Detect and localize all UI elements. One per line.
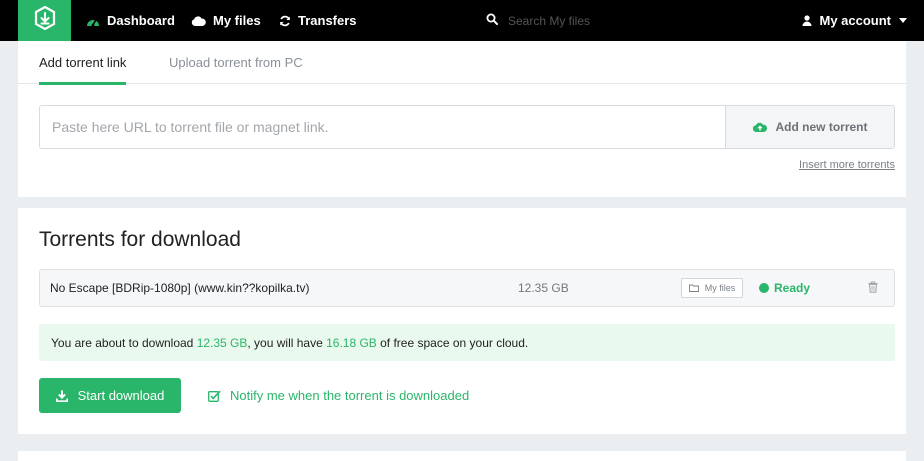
status-badge: Ready [759,270,810,306]
user-icon [802,15,812,26]
add-torrent-panel: Add torrent link Upload torrent from PC … [18,41,906,197]
start-download-button[interactable]: Start download [39,378,181,413]
caret-down-icon [899,18,907,23]
info-download-size: 12.35 GB [196,335,248,350]
cloud-upload-icon [752,122,767,132]
add-new-torrent-label: Add new torrent [775,120,868,134]
section-title: Torrents for download [39,228,241,251]
top-navbar: Dashboard My files Transfers Search My f… [0,0,924,41]
nav-my-files-label: My files [213,13,261,28]
search-bar [486,0,688,41]
notify-label: Notify me when the torrent is downloaded [230,388,470,403]
nav-transfers-label: Transfers [298,13,357,28]
status-dot-icon [759,283,769,293]
tab-upload-torrent[interactable]: Upload torrent from PC [169,41,303,84]
dashboard-icon [86,15,100,27]
nav-transfers[interactable]: Transfers [279,0,357,41]
my-account-menu[interactable]: My account [802,0,907,41]
torrent-url-input[interactable] [40,106,725,148]
folder-icon [688,284,699,292]
info-suffix: of free space on your cloud. [376,335,529,350]
info-middle: , you will have [247,335,327,350]
my-files-button-label: My files [704,283,736,293]
torrents-panel: Torrents for download No Escape [BDRip-1… [18,208,906,434]
trash-icon[interactable] [868,281,878,293]
start-download-label: Start download [77,388,165,403]
my-files-button[interactable]: My files [681,278,743,298]
info-free-space: 16.18 GB [326,335,377,350]
search-input[interactable] [508,9,688,32]
torrent-row: No Escape [BDRip-1080p] (www.kin??kopilk… [39,269,895,307]
nav-dashboard[interactable]: Dashboard [86,0,175,41]
my-account-label: My account [819,13,891,28]
insert-more-torrents-link[interactable]: Insert more torrents [799,159,895,171]
notify-checkbox[interactable]: Notify me when the torrent is downloaded [208,378,469,413]
download-info-box: You are about to download 12.35 GB, you … [39,324,895,361]
download-shield-icon [34,5,56,35]
checkbox-checked-icon [208,390,221,402]
logo[interactable] [18,0,71,41]
torrent-name: No Escape [BDRip-1080p] (www.kin??kopilk… [50,281,310,295]
download-icon [55,390,68,402]
next-panel-edge [18,451,906,461]
info-prefix: You are about to download [51,335,197,350]
nav-my-files[interactable]: My files [191,0,261,41]
search-icon[interactable] [486,12,498,30]
refresh-icon [279,15,291,27]
torrent-url-group: Add new torrent [39,105,895,149]
status-label: Ready [774,281,811,295]
tab-add-torrent-link[interactable]: Add torrent link [39,41,127,85]
torrent-size: 12.35 GB [518,281,569,295]
nav-dashboard-label: Dashboard [107,13,175,28]
cloud-icon [191,15,206,26]
add-torrent-tabs: Add torrent link Upload torrent from PC [18,41,906,85]
add-new-torrent-button[interactable]: Add new torrent [725,106,894,148]
